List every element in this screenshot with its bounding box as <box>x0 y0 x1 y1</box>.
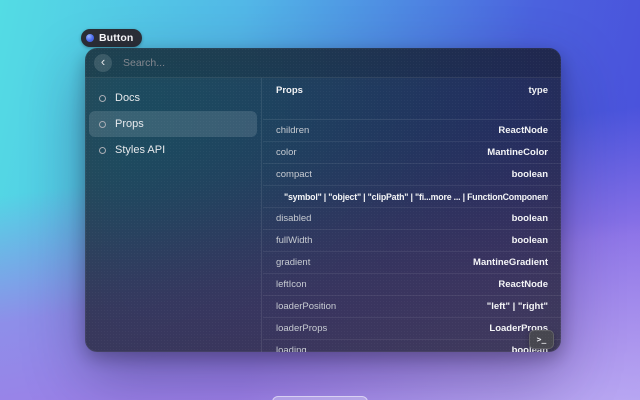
terminal-icon: >_ <box>537 335 547 344</box>
docs-spotlight-panel: ‹ Docs Props Styles API Props type child… <box>85 48 561 352</box>
prop-name: leftIcon <box>276 279 307 290</box>
prop-name: compact <box>276 169 312 180</box>
sidebar-item-label: Docs <box>115 92 140 104</box>
sidebar-item-props[interactable]: Props <box>89 111 257 137</box>
prop-name: color <box>276 147 297 158</box>
prop-type: ReactNode <box>315 279 548 290</box>
prop-name: children <box>276 125 309 136</box>
chevron-left-icon: ‹ <box>101 55 105 68</box>
prop-type: "left" | "right" <box>344 301 548 312</box>
sidebar-item-docs[interactable]: Docs <box>89 85 257 111</box>
button-component-pill[interactable]: Button <box>81 29 142 47</box>
prop-name: loaderPosition <box>276 301 336 312</box>
blue-dot-icon <box>86 34 94 42</box>
table-row[interactable]: gradient MantineGradient <box>263 252 561 274</box>
prop-type: LoaderProps <box>335 323 548 334</box>
prop-type: MantineGradient <box>318 257 548 268</box>
props-table-body: children ReactNode color MantineColor co… <box>263 120 561 352</box>
table-row[interactable]: "symbol" | "object" | "clipPath" | "fi..… <box>263 186 561 208</box>
table-row[interactable]: loaderPosition "left" | "right" <box>263 296 561 318</box>
table-row[interactable]: leftIcon ReactNode <box>263 274 561 296</box>
sidebar-item-label: Styles API <box>115 144 165 156</box>
circle-outline-icon <box>99 95 106 102</box>
table-row[interactable]: compact boolean <box>263 164 561 186</box>
prop-type: boolean <box>315 345 548 352</box>
prop-type: MantineColor <box>305 147 548 158</box>
prop-name: loaderProps <box>276 323 327 334</box>
prop-name: loading <box>276 345 307 352</box>
props-table: Props type children ReactNode color Mant… <box>263 78 561 352</box>
search-input[interactable] <box>121 56 552 70</box>
back-button[interactable]: ‹ <box>94 54 112 72</box>
table-row[interactable]: loaderProps LoaderProps <box>263 318 561 340</box>
table-row[interactable]: children ReactNode <box>263 120 561 142</box>
prop-name: gradient <box>276 257 310 268</box>
table-row[interactable]: loading boolean <box>263 340 561 352</box>
screen: Button ‹ Docs Props Styles API Props typ… <box>0 0 640 400</box>
search-bar: ‹ <box>85 48 561 78</box>
terminal-button[interactable]: >_ <box>529 330 554 349</box>
prop-name: disabled <box>276 213 311 224</box>
bottom-edge-peek-element <box>272 396 368 400</box>
table-row[interactable]: disabled boolean <box>263 208 561 230</box>
circle-outline-icon <box>99 121 106 128</box>
sidebar-item-styles-api[interactable]: Styles API <box>89 137 257 163</box>
header-props-label: Props <box>276 85 303 96</box>
table-row[interactable]: color MantineColor <box>263 142 561 164</box>
prop-name: fullWidth <box>276 235 312 246</box>
button-pill-label: Button <box>99 32 133 44</box>
prop-type: ReactNode <box>317 125 548 136</box>
prop-type: boolean <box>320 169 548 180</box>
table-row[interactable]: fullWidth boolean <box>263 230 561 252</box>
sidebar-item-label: Props <box>115 118 144 130</box>
header-type-label: type <box>528 85 548 96</box>
prop-type: boolean <box>319 213 548 224</box>
circle-outline-icon <box>99 147 106 154</box>
sidebar-list: Docs Props Styles API <box>85 78 262 352</box>
prop-type: boolean <box>320 235 548 246</box>
props-table-header: Props type <box>263 78 561 120</box>
prop-type: "symbol" | "object" | "clipPath" | "fi..… <box>284 192 548 202</box>
